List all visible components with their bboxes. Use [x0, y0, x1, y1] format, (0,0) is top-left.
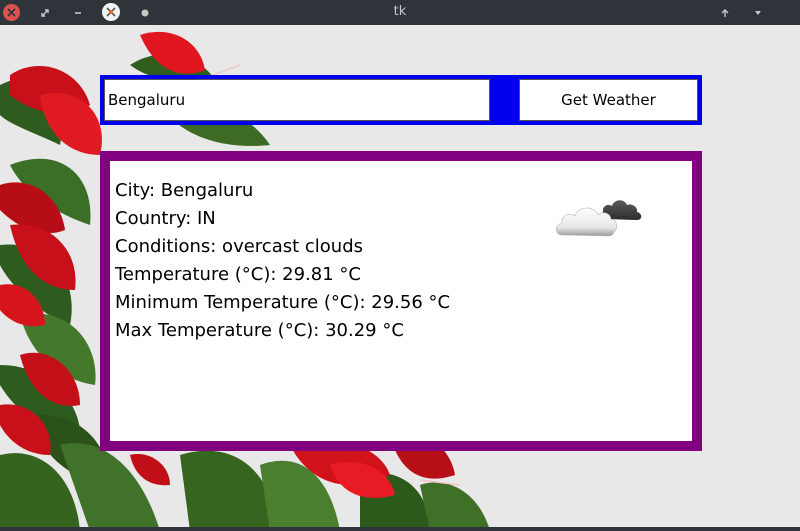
country-label: Country: IN [115, 208, 216, 229]
overcast-clouds-icon [556, 200, 642, 237]
result-panel: City: Bengaluru Country: IN Conditions: … [110, 161, 692, 441]
temperature-label: Temperature (°C): 29.81 °C [115, 264, 361, 285]
get-weather-button[interactable]: Get Weather [519, 79, 698, 121]
city-input[interactable] [104, 79, 490, 121]
result-frame: City: Bengaluru Country: IN Conditions: … [100, 151, 702, 451]
app-window: tk Get Weather City: Bengaluru Country: … [0, 0, 800, 531]
city-label: City: Bengaluru [115, 180, 254, 201]
shade-up-icon[interactable] [716, 4, 733, 21]
window-bottom-border [0, 527, 800, 531]
weather-details: City: Bengaluru Country: IN Conditions: … [115, 177, 450, 345]
title-bar: tk [0, 0, 800, 25]
window-title: tk [393, 4, 407, 19]
conditions-label: Conditions: overcast clouds [115, 236, 364, 257]
min-temperature-label: Minimum Temperature (°C): 29.56 °C [115, 292, 451, 313]
shade-down-icon[interactable] [749, 4, 766, 21]
max-temperature-label: Max Temperature (°C): 30.29 °C [115, 320, 404, 341]
search-frame: Get Weather [100, 75, 702, 125]
